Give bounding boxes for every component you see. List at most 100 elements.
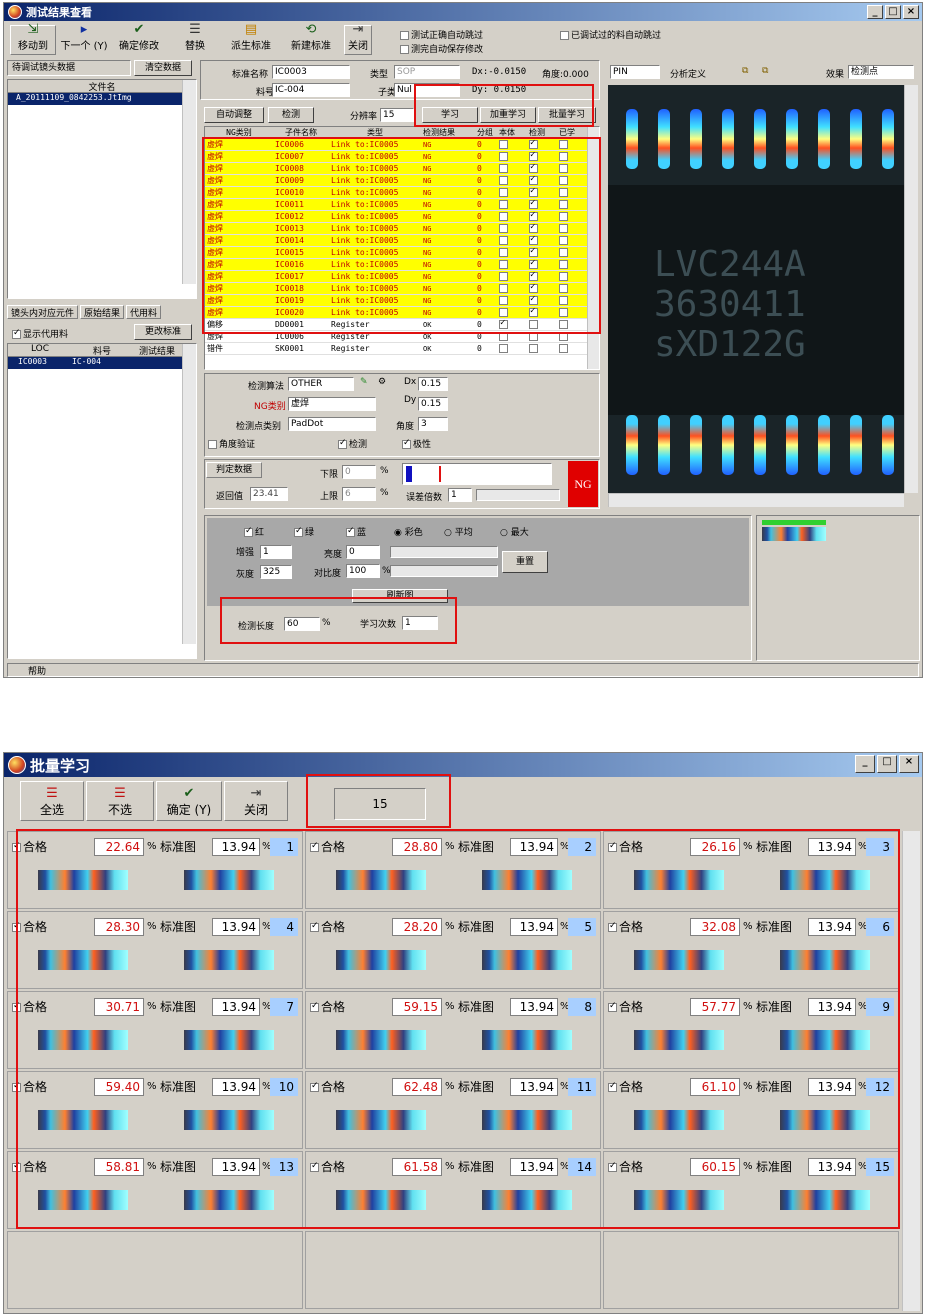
- component-row[interactable]: IC0003 IC-004: [8, 357, 184, 369]
- result-grid[interactable]: NG类别 子件名称 类型 检测结果 分组 本体 检测 已学 虚焊 IC0006 Li…: [204, 126, 600, 370]
- sample-thumbnail[interactable]: [634, 1190, 724, 1210]
- batch-maximize-button[interactable]: □: [877, 755, 897, 773]
- grid-checkbox[interactable]: [529, 138, 538, 150]
- file-list[interactable]: 文件名 A_20111109_0842253.JtImg: [7, 79, 197, 299]
- grid-checkbox[interactable]: [529, 174, 538, 186]
- ng-type-select[interactable]: 虚焊: [288, 397, 376, 411]
- batch-close-window-button[interactable]: ×: [899, 755, 919, 773]
- minimize-button[interactable]: _: [867, 5, 883, 19]
- sample-thumbnail[interactable]: [336, 870, 426, 890]
- auto-adjust-button[interactable]: 自动调整: [204, 107, 264, 123]
- tab-lens-components[interactable]: 镜头内对应元件: [7, 305, 79, 319]
- auto-save-check[interactable]: 测完自动保存修改: [400, 42, 483, 55]
- pass-check[interactable]: 合格: [310, 918, 345, 935]
- pass-check[interactable]: 合格: [310, 1078, 345, 1095]
- grid-checkbox[interactable]: [529, 258, 538, 270]
- copy-icon[interactable]: ⧉: [742, 66, 748, 76]
- grid-checkbox[interactable]: [529, 186, 538, 198]
- grid-scrollbar[interactable]: [587, 127, 599, 369]
- grid-checkbox[interactable]: [499, 176, 508, 186]
- batch-minimize-button[interactable]: _: [855, 755, 875, 773]
- grid-checkbox[interactable]: [499, 236, 508, 246]
- show-substitute-check[interactable]: 显示代用料: [12, 327, 68, 340]
- close-button[interactable]: ⇥ 关闭: [344, 23, 372, 55]
- grid-checkbox[interactable]: [499, 140, 508, 150]
- change-standard-button[interactable]: 更改标准: [134, 324, 192, 340]
- confirm-modify-button[interactable]: ✔ 确定修改: [112, 23, 166, 55]
- detect-check[interactable]: 检测: [338, 437, 367, 450]
- grid-checkbox[interactable]: [559, 344, 568, 354]
- algo-select[interactable]: OTHER: [288, 377, 354, 391]
- grid-checkbox[interactable]: [529, 222, 538, 234]
- color-radio[interactable]: ◉ 彩色: [394, 525, 423, 538]
- grid-checkbox[interactable]: [529, 198, 538, 210]
- grid-checkbox[interactable]: [499, 248, 508, 258]
- grid-checkbox[interactable]: [499, 188, 508, 198]
- avg-radio[interactable]: ○ 平均: [444, 525, 473, 538]
- component-list[interactable]: LOC 料号 测试结果 IC0003 IC-004: [7, 343, 197, 659]
- sample-thumbnail[interactable]: [38, 950, 128, 970]
- refresh-image-button[interactable]: 刷新图: [352, 589, 448, 603]
- auto-skip-correct-check[interactable]: 测试正确自动跳过: [400, 28, 483, 41]
- weighted-learn-button[interactable]: 加重学习: [480, 107, 536, 123]
- grid-row[interactable]: 虚焊 IC0006 Register OK 0: [205, 330, 587, 344]
- grid-checkbox[interactable]: [559, 200, 568, 210]
- maximize-button[interactable]: □: [885, 5, 901, 19]
- dy-field[interactable]: 0.15: [418, 397, 448, 411]
- grid-checkbox[interactable]: [529, 294, 538, 306]
- polarity-check[interactable]: 极性: [402, 437, 431, 450]
- sample-thumbnail[interactable]: [336, 950, 426, 970]
- grid-checkbox[interactable]: [559, 332, 568, 342]
- type-select[interactable]: SOP: [394, 65, 460, 79]
- pass-check[interactable]: 合格: [12, 1158, 47, 1175]
- new-standard-button[interactable]: ⟲ 新建标准: [280, 23, 342, 55]
- tab-substitutes[interactable]: 代用料: [126, 305, 162, 319]
- grid-checkbox[interactable]: [529, 344, 538, 354]
- grid-checkbox[interactable]: [499, 164, 508, 174]
- grid-checkbox[interactable]: [529, 150, 538, 162]
- point-type-select[interactable]: PadDot: [288, 417, 376, 431]
- grid-checkbox[interactable]: [559, 212, 568, 222]
- sample-thumbnail[interactable]: [634, 1110, 724, 1130]
- pen-icon[interactable]: ✎: [360, 377, 368, 387]
- max-radio[interactable]: ○ 最大: [500, 525, 529, 538]
- next-button[interactable]: ▸ 下一个 (Y): [58, 23, 110, 55]
- effect-select[interactable]: 检测点: [848, 65, 914, 79]
- red-check[interactable]: 红: [244, 525, 264, 538]
- pass-check[interactable]: 合格: [310, 998, 345, 1015]
- grid-row[interactable]: 虚焊 IC0006 Link to:IC0005 NG 0: [205, 138, 587, 152]
- tab-raw-results[interactable]: 原始结果: [80, 305, 125, 319]
- grid-row[interactable]: 虚焊 IC0010 Link to:IC0005 NG 0: [205, 186, 587, 200]
- deselect-button[interactable]: ☰ 不选: [86, 781, 154, 821]
- grid-row[interactable]: 虚焊 IC0009 Link to:IC0005 NG 0: [205, 174, 587, 188]
- grid-checkbox[interactable]: [559, 236, 568, 246]
- grid-row[interactable]: 虚焊 IC0011 Link to:IC0005 NG 0: [205, 198, 587, 212]
- low-field[interactable]: 0: [342, 465, 376, 479]
- part-field[interactable]: IC-004: [272, 83, 350, 97]
- skip-debugged-check[interactable]: 已调试过的料自动跳过: [560, 28, 661, 41]
- pass-check[interactable]: 合格: [608, 1158, 643, 1175]
- batch-close-button[interactable]: ⇥ 关闭: [224, 781, 288, 821]
- close-window-button[interactable]: ×: [903, 5, 919, 19]
- sample-thumbnail[interactable]: [336, 1030, 426, 1050]
- grid-checkbox[interactable]: [529, 282, 538, 294]
- grid-checkbox[interactable]: [499, 260, 508, 270]
- grid-checkbox[interactable]: [559, 224, 568, 234]
- pass-check[interactable]: 合格: [608, 918, 643, 935]
- pass-check[interactable]: 合格: [310, 1158, 345, 1175]
- move-to-button[interactable]: ⇲ 移动到: [10, 23, 56, 55]
- grid-checkbox[interactable]: [529, 320, 538, 330]
- grid-checkbox[interactable]: [499, 272, 508, 282]
- grid-checkbox[interactable]: [559, 176, 568, 186]
- brightness-slider[interactable]: [390, 546, 498, 558]
- gray-stepper[interactable]: 325: [260, 565, 292, 579]
- camera-h-scrollbar[interactable]: [608, 493, 904, 507]
- std-name-field[interactable]: IC0003: [272, 65, 350, 79]
- pin-select[interactable]: PIN: [610, 65, 660, 79]
- grid-checkbox[interactable]: [529, 162, 538, 174]
- file-row[interactable]: A_20111109_0842253.JtImg: [8, 93, 184, 105]
- replace-button[interactable]: ☰ 替换: [168, 23, 222, 55]
- pass-check[interactable]: 合格: [608, 838, 643, 855]
- reset-button[interactable]: 重置: [502, 551, 548, 573]
- gain-stepper[interactable]: 1: [260, 545, 292, 559]
